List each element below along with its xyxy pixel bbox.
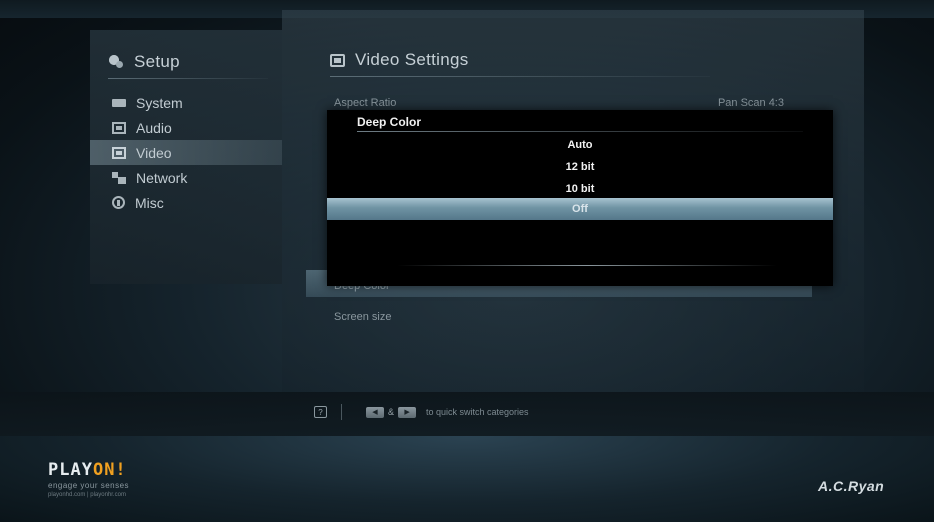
sidebar-item-label: Misc (135, 194, 164, 211)
sidebar-item-video[interactable]: Video (90, 140, 282, 165)
video-settings-title-label: Video Settings (355, 50, 469, 69)
sidebar-item-system[interactable]: System (90, 90, 282, 115)
footer-background (0, 436, 934, 522)
help-key-icon: ? (314, 406, 327, 418)
brand-logo: A.C.Ryan (818, 478, 885, 494)
option-10-bit[interactable]: 10 bit (327, 178, 833, 200)
sidebar-item-audio[interactable]: Audio (90, 115, 282, 140)
video-settings-title: Video Settings (330, 50, 469, 70)
sidebar-item-label: Audio (136, 119, 172, 136)
option-off[interactable]: Off (327, 198, 833, 220)
option-auto[interactable]: Auto (327, 134, 833, 156)
right-arrow-button-icon: ▶ (398, 406, 417, 418)
sidebar-item-misc[interactable]: Misc (90, 190, 282, 215)
setting-row-screen-size[interactable]: Screen size (306, 308, 812, 326)
system-icon (112, 98, 126, 107)
option-12-bit[interactable]: 12 bit (327, 156, 833, 178)
left-arrow-button-icon: ◀ (366, 406, 384, 418)
gear-icon (108, 54, 124, 70)
hint-ampersand: & (388, 407, 395, 417)
setup-title-label: Setup (134, 52, 180, 71)
hint-separator (341, 404, 342, 420)
hint: ? ◀ & ▶ to quick switch categories (314, 404, 529, 420)
sidebar-item-label: Network (136, 169, 188, 186)
setting-label: Screen size (334, 311, 392, 323)
logo-play: PLAY (48, 460, 93, 480)
setup-title-rule (108, 78, 268, 79)
network-icon (112, 171, 126, 184)
deep-color-popup: Deep Color Auto 12 bit 10 bit Off (327, 110, 833, 286)
logo-on: ON! (92, 460, 127, 480)
hint-text: to quick switch categories (426, 407, 529, 417)
popup-title: Deep Color (357, 115, 422, 129)
audio-icon (112, 121, 126, 134)
sidebar-item-label: System (136, 94, 183, 111)
video-icon (330, 53, 345, 67)
logo-wordmark: PLAYON! (48, 460, 129, 480)
footer-urls: playonhd.com | playonhr.com (48, 492, 126, 498)
logo-tagline: engage your senses (48, 481, 130, 490)
sidebar-item-network[interactable]: Network (90, 165, 282, 190)
info-icon (112, 196, 125, 209)
setting-value: Pan Scan 4:3 (717, 97, 784, 109)
setup-menu: System Audio Video Network Misc (90, 90, 282, 215)
playon-logo: PLAYON! engage your senses (48, 460, 129, 490)
popup-divider (357, 131, 803, 132)
setup-title: Setup (108, 52, 180, 72)
sidebar-item-label: Video (136, 144, 172, 161)
video-settings-title-rule (330, 76, 710, 77)
popup-divider-bottom (397, 265, 777, 266)
video-icon (112, 146, 126, 159)
setting-label: Aspect Ratio (334, 97, 397, 109)
